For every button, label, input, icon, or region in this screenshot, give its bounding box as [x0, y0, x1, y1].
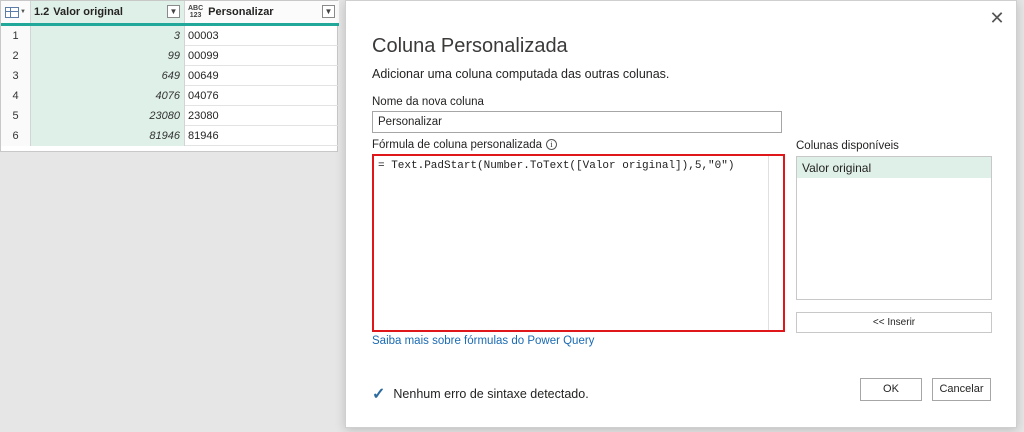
table-menu-button[interactable]: ▼: [1, 1, 31, 23]
row-number[interactable]: 5: [1, 106, 31, 126]
custom-column-dialog: ✕ Coluna Personalizada Adicionar uma col…: [345, 0, 1017, 428]
cancel-button[interactable]: Cancelar: [932, 378, 991, 401]
grid-body: 1 3 00003 2 99 00099 3 649 00649 4 4076 04076 5 23080…: [1, 26, 339, 146]
table-icon: [5, 6, 20, 18]
available-columns-list: Valor original: [796, 156, 992, 300]
cell-valor-original[interactable]: 81946: [31, 126, 185, 146]
available-columns-label: Colunas disponíveis: [796, 140, 899, 152]
syntax-status-text: Nenhum erro de sintaxe detectado.: [393, 387, 589, 401]
column-header-label: Personalizar: [208, 6, 274, 18]
insert-button[interactable]: << Inserir: [796, 312, 992, 333]
formula-text[interactable]: = Text.PadStart(Number.ToText([Valor ori…: [378, 160, 734, 172]
cell-valor-original[interactable]: 3: [31, 26, 185, 46]
table-row[interactable]: 6 81946 81946: [1, 126, 339, 146]
cell-personalizar[interactable]: 81946: [185, 126, 339, 146]
row-number[interactable]: 4: [1, 86, 31, 106]
cell-personalizar[interactable]: 23080: [185, 106, 339, 126]
formula-editor[interactable]: = Text.PadStart(Number.ToText([Valor ori…: [372, 154, 785, 332]
column-header-valor-original[interactable]: 1.2 Valor original ▼: [31, 1, 185, 23]
table-row[interactable]: 2 99 00099: [1, 46, 339, 66]
dialog-subtitle: Adicionar uma coluna computada das outra…: [372, 67, 670, 81]
table-row[interactable]: 5 23080 23080: [1, 106, 339, 126]
filter-dropdown-icon[interactable]: ▼: [322, 5, 335, 18]
decimal-type-icon[interactable]: 1.2: [34, 6, 49, 18]
row-number[interactable]: 3: [1, 66, 31, 86]
filter-dropdown-icon[interactable]: ▼: [167, 5, 180, 18]
new-column-name-label: Nome da nova coluna: [372, 96, 484, 108]
available-column-item[interactable]: Valor original: [797, 157, 991, 178]
syntax-status: ✓ Nenhum erro de sintaxe detectado.: [372, 384, 589, 404]
cell-valor-original[interactable]: 23080: [31, 106, 185, 126]
ok-button[interactable]: OK: [860, 378, 922, 401]
new-column-name-input[interactable]: [372, 111, 782, 133]
dialog-title: Coluna Personalizada: [372, 35, 568, 57]
row-number[interactable]: 6: [1, 126, 31, 146]
formula-label: Fórmula de coluna personalizada: [372, 139, 543, 151]
data-grid: ▼ 1.2 Valor original ▼ ABC 123 Personali…: [0, 0, 339, 152]
cell-personalizar[interactable]: 00099: [185, 46, 339, 66]
checkmark-icon: ✓: [372, 386, 386, 403]
formula-scrollbar[interactable]: [768, 156, 769, 330]
chevron-down-icon: ▼: [20, 9, 26, 15]
cell-personalizar[interactable]: 00003: [185, 26, 339, 46]
cell-valor-original[interactable]: 4076: [31, 86, 185, 106]
cell-personalizar[interactable]: 00649: [185, 66, 339, 86]
any-type-icon[interactable]: ABC 123: [188, 5, 203, 19]
table-row[interactable]: 1 3 00003: [1, 26, 339, 46]
cell-personalizar[interactable]: 04076: [185, 86, 339, 106]
info-icon[interactable]: i: [546, 139, 558, 150]
cell-valor-original[interactable]: 99: [31, 46, 185, 66]
cell-valor-original[interactable]: 649: [31, 66, 185, 86]
row-number[interactable]: 1: [1, 26, 31, 46]
table-row[interactable]: 3 649 00649: [1, 66, 339, 86]
type-label-bottom: 123: [189, 12, 202, 19]
formula-label-row: Fórmula de coluna personalizada i: [372, 139, 558, 151]
column-header-personalizar[interactable]: ABC 123 Personalizar ▼: [185, 1, 339, 23]
grid-header: ▼ 1.2 Valor original ▼ ABC 123 Personali…: [1, 1, 339, 26]
table-row[interactable]: 4 4076 04076: [1, 86, 339, 106]
type-label-top: ABC: [188, 5, 204, 12]
learn-more-link[interactable]: Saiba mais sobre fórmulas do Power Query: [372, 335, 594, 347]
close-icon[interactable]: ✕: [988, 9, 1006, 27]
row-number[interactable]: 2: [1, 46, 31, 66]
column-header-label: Valor original: [53, 6, 123, 18]
